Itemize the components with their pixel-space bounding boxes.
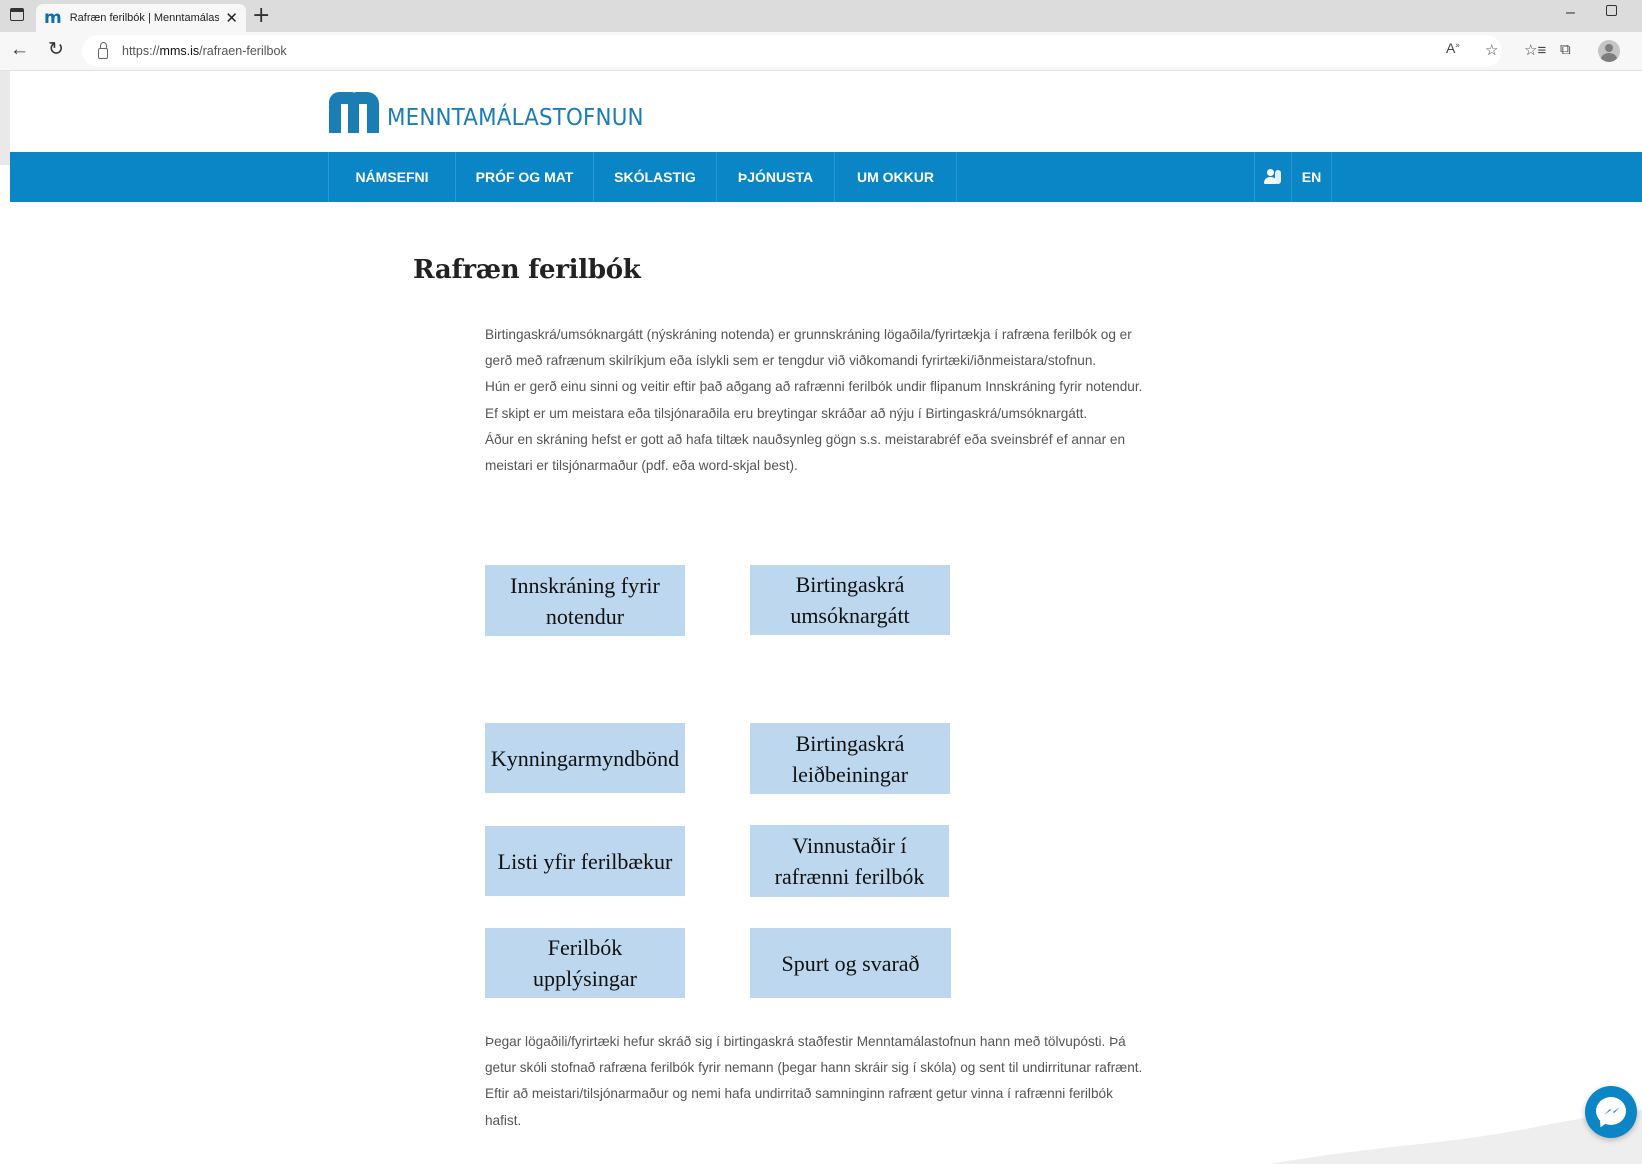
button-label-line: umsóknargátt xyxy=(790,603,910,628)
reload-icon[interactable]: ↻ xyxy=(48,38,64,61)
close-tab-icon[interactable]: ✕ xyxy=(225,9,238,27)
button-label-line: Birtingaskrá xyxy=(795,730,905,756)
lock-icon[interactable] xyxy=(98,41,108,59)
nav-item-namsefni[interactable]: NÁMSEFNI xyxy=(328,152,456,202)
url-text: https://mms.is/rafraen-ferilbok xyxy=(122,44,287,58)
login-for-users-button[interactable]: Innskráning fyrir notendur xyxy=(485,565,685,636)
button-label-line: upplýsingar xyxy=(533,966,637,991)
browser-tab[interactable]: m Rafræn ferilbók | Menntamálasto ✕ xyxy=(36,4,246,32)
button-label-line: Listi yfir ferilbækur xyxy=(497,848,673,874)
button-label-line: leiðbeiningar xyxy=(791,761,909,787)
profile-icon[interactable] xyxy=(1598,40,1620,62)
browser-tab-bar: m Rafræn ferilbók | Menntamálasto ✕ + – xyxy=(0,0,1642,32)
list-of-logbooks-button[interactable]: Listi yfir ferilbækur xyxy=(485,826,685,896)
outro-paragraph: Þegar lögaðili/fyrirtæki hefur skráð sig… xyxy=(485,1029,1185,1134)
button-label-line: Birtingaskrá xyxy=(795,572,905,597)
nav-item-thjonusta[interactable]: ÞJÓNUSTA xyxy=(717,152,835,202)
back-icon[interactable]: ← xyxy=(10,39,29,61)
registry-guidelines-button[interactable]: Birtingaskrá leiðbeiningar xyxy=(750,723,950,794)
button-label-line: notendur xyxy=(545,603,625,629)
intro-line: Ef skipt er um meistara eða tilsjónaraði… xyxy=(485,405,1088,421)
site-logo[interactable]: MENNTAMÁLASTOFNUN xyxy=(329,90,663,133)
logo-text: MENNTAMÁLASTOFNUN xyxy=(387,105,644,131)
intro-videos-button[interactable]: Kynningarmyndbönd xyxy=(485,723,685,793)
main-navigation: NÁMSEFNI PRÓF OG MAT SKÓLASTIG ÞJÓNUSTA … xyxy=(10,152,1642,202)
intro-line: meistari er tilsjónarmaður (pdf. eða wor… xyxy=(485,458,798,474)
logbook-information-button[interactable]: Ferilbók upplýsingar xyxy=(485,928,685,998)
user-login-icon[interactable] xyxy=(1254,152,1292,202)
intro-line: Hún er gerð einu sinni og veitir eftir þ… xyxy=(485,379,1143,395)
button-label-line: rafrænni ferilbók xyxy=(774,864,925,889)
minimize-icon[interactable]: – xyxy=(1566,4,1575,22)
faq-button[interactable]: Spurt og svarað xyxy=(750,928,951,998)
page-edge xyxy=(0,71,10,165)
url-input[interactable]: https://mms.is/rafraen-ferilbok xyxy=(82,35,1502,67)
outro-line: Eftir að meistari/tilsjónarmaður og nemi… xyxy=(485,1086,1113,1102)
add-favorite-icon[interactable]: ☆ xyxy=(1485,41,1498,59)
logo-m-icon xyxy=(329,90,379,133)
intro-line: Áður en skráning hefst er gott að hafa t… xyxy=(485,431,1126,447)
favorites-icon[interactable]: ☆≡ xyxy=(1524,41,1546,59)
outro-line: getur skóli stofnað rafræna ferilbók fyr… xyxy=(485,1060,1143,1076)
nav-item-um-okkur[interactable]: UM OKKUR xyxy=(835,152,957,202)
registry-application-portal-button[interactable]: Birtingaskrá umsóknargátt xyxy=(750,565,950,635)
messenger-chat-icon[interactable] xyxy=(1585,1086,1637,1138)
read-aloud-icon[interactable]: A» xyxy=(1446,40,1460,56)
site-favicon-icon: m xyxy=(44,7,62,28)
restore-icon[interactable] xyxy=(1606,5,1617,16)
outro-line: hafist. xyxy=(485,1112,522,1128)
address-toolbar: ← ↻ https://mms.is/rafraen-ferilbok A» ☆… xyxy=(0,32,1642,71)
button-label-line: Vinnustaðir í xyxy=(792,833,907,858)
intro-line: gerð með rafrænum skilríkjum eða íslykli… xyxy=(485,353,1097,369)
button-label-line: Ferilbók xyxy=(547,935,623,960)
button-label-line: Innskráning fyrir xyxy=(510,572,660,598)
language-switch[interactable]: EN xyxy=(1292,152,1332,202)
outro-line: Þegar lögaðili/fyrirtæki hefur skráð sig… xyxy=(485,1034,1126,1049)
page-title: Rafræn ferilbók xyxy=(413,255,641,285)
collections-icon[interactable]: ⧉ xyxy=(1560,41,1571,58)
button-label-line: Kynningarmyndbönd xyxy=(490,745,680,771)
workplaces-in-logbook-button[interactable]: Vinnustaðir í rafrænni ferilbók xyxy=(750,825,949,897)
intro-paragraph: Birtingaskrá/umsóknargátt (nýskráning no… xyxy=(485,322,1185,479)
tab-title: Rafræn ferilbók | Menntamálasto xyxy=(69,12,220,24)
sidebar-icon[interactable] xyxy=(10,8,24,21)
button-label-line: Spurt og svarað xyxy=(781,950,920,976)
new-tab-button[interactable]: + xyxy=(252,3,270,28)
nav-item-skolastig[interactable]: SKÓLASTIG xyxy=(594,152,717,202)
nav-item-prof-og-mat[interactable]: PRÓF OG MAT xyxy=(456,152,594,202)
intro-line: Birtingaskrá/umsóknargátt (nýskráning no… xyxy=(485,327,1132,342)
